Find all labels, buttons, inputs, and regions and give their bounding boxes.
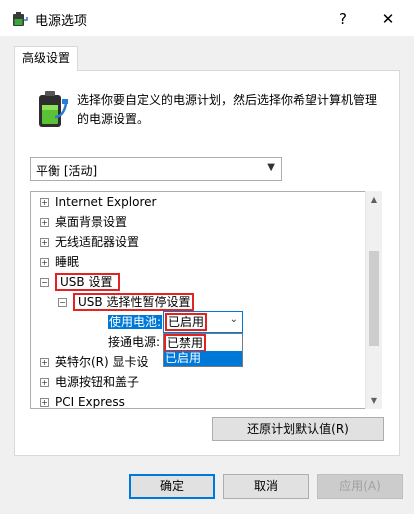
chevron-down-icon: ▼	[267, 162, 275, 173]
battery-label: 使用电池:	[108, 315, 163, 329]
tree-item-sleep[interactable]: + 睡眠	[40, 252, 79, 272]
tree-item-wireless-adapter[interactable]: + 无线适配器设置	[40, 232, 139, 252]
ok-button[interactable]: 确定	[129, 474, 215, 499]
tree-item-internet-explorer[interactable]: + Internet Explorer	[40, 192, 156, 212]
power-options-icon	[13, 12, 28, 26]
expand-icon[interactable]: +	[40, 398, 49, 407]
battery-setting-dropdown[interactable]: 已启用 ⌄	[163, 311, 243, 333]
tree-item-label: 桌面背景设置	[55, 215, 128, 229]
tree-item-usb-settings[interactable]: − USB 设置	[40, 272, 121, 292]
settings-tree[interactable]: + Internet Explorer + 桌面背景设置 + 无线适配器设置 + 睡眠 …	[30, 191, 382, 409]
battery-value: 已启用	[165, 313, 208, 331]
power-plan-dropdown[interactable]: 平衡 [活动] ▼	[30, 157, 282, 181]
power-plan-value: 平衡 [活动]	[36, 164, 98, 178]
chevron-down-icon: ⌄	[229, 314, 238, 325]
description-text: 选择你要自定义的电源计划，然后选择你希望计算机管理的电源设置。	[77, 93, 378, 126]
tree-item-label: PCI Express	[55, 395, 125, 409]
tree-item-on-battery[interactable]: 使用电池:	[108, 312, 163, 332]
expand-icon[interactable]: +	[40, 198, 49, 207]
tree-item-usb-selective-suspend[interactable]: − USB 选择性暂停设置	[58, 292, 195, 312]
option-enabled[interactable]: 已启用	[164, 351, 242, 366]
expand-icon[interactable]: +	[40, 238, 49, 247]
tree-item-label: 睡眠	[55, 255, 80, 269]
settings-panel: 选择你要自定义的电源计划，然后选择你希望计算机管理的电源设置。 平衡 [活动] …	[14, 70, 400, 456]
tree-item-pci-express[interactable]: + PCI Express	[40, 392, 125, 409]
dropdown-options-list[interactable]: 已禁用 已启用	[163, 333, 243, 367]
expand-icon[interactable]: +	[40, 258, 49, 267]
help-button[interactable]: ?	[328, 7, 358, 31]
scrollbar-thumb[interactable]	[369, 251, 379, 346]
tree-item-label: 英特尔(R) 显卡设	[55, 355, 149, 369]
cancel-button[interactable]: 取消	[223, 474, 309, 499]
expand-icon[interactable]: +	[40, 358, 49, 367]
tree-item-label: Internet Explorer	[55, 195, 157, 209]
title-bar: 电源选项 ? ✕	[0, 0, 414, 36]
tree-item-label: 电源按钮和盖子	[55, 375, 140, 389]
close-button[interactable]: ✕	[373, 7, 403, 31]
expand-icon[interactable]: +	[40, 378, 49, 387]
scroll-down-icon[interactable]: ▼	[366, 392, 382, 409]
window-title: 电源选项	[35, 14, 88, 29]
plugged-label: 接通电源:	[108, 335, 161, 349]
expand-icon[interactable]: +	[40, 218, 49, 227]
apply-button[interactable]: 应用(A)	[317, 474, 403, 499]
tree-item-label: USB 选择性暂停设置	[73, 293, 195, 311]
tree-item-label: 无线适配器设置	[55, 235, 140, 249]
scroll-up-icon[interactable]: ▲	[366, 191, 382, 208]
tree-item-desktop-background[interactable]: + 桌面背景设置	[40, 212, 127, 232]
tree-item-plugged-in[interactable]: 接通电源:	[108, 332, 160, 352]
tree-item-power-buttons-lid[interactable]: + 电源按钮和盖子	[40, 372, 139, 392]
option-disabled[interactable]: 已禁用	[164, 334, 206, 352]
collapse-icon[interactable]: −	[40, 278, 49, 287]
tab-advanced-settings[interactable]: 高级设置	[14, 46, 78, 71]
battery-icon	[39, 91, 68, 127]
vertical-scrollbar[interactable]: ▲ ▼	[365, 191, 382, 409]
collapse-icon[interactable]: −	[58, 298, 67, 307]
tree-item-intel-graphics[interactable]: + 英特尔(R) 显卡设	[40, 352, 149, 372]
restore-defaults-button[interactable]: 还原计划默认值(R)	[212, 417, 384, 441]
tree-item-label: USB 设置	[55, 273, 121, 291]
